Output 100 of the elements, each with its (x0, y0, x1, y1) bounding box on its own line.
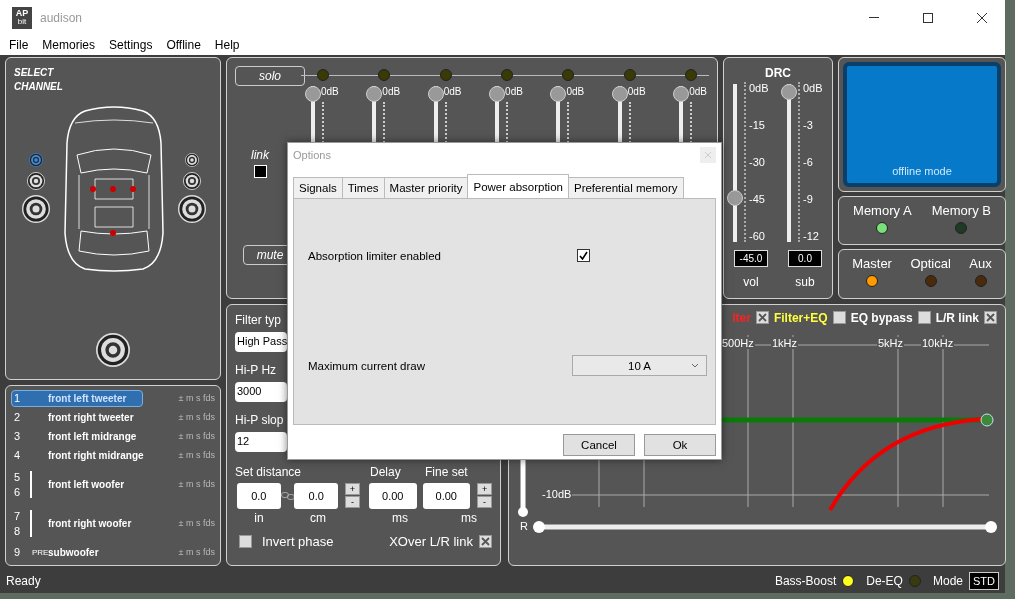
unit-label: ms (391, 510, 409, 525)
legend-label: Filter+EQ (773, 310, 828, 325)
fader-knob[interactable] (305, 85, 321, 102)
unit-label: cm (309, 510, 327, 525)
checkbox[interactable] (832, 311, 846, 325)
tab[interactable]: Signals (293, 177, 343, 198)
menu-item[interactable]: Settings (109, 37, 153, 52)
filter-type-select[interactable]: High Pass (235, 331, 287, 352)
value-display: -45.0 (734, 249, 768, 267)
tab[interactable]: Times (341, 177, 385, 198)
checkbox-label: XOver L/R link (389, 534, 473, 549)
current-select[interactable]: 10 A (572, 355, 707, 376)
channel-item[interactable]: 9 PREsubwoofer (11, 543, 100, 561)
menu-item[interactable]: File (9, 37, 29, 52)
dialog-button[interactable]: Cancel (563, 434, 635, 456)
menu-item[interactable]: Help (214, 37, 240, 52)
channel-number: 3 (14, 430, 22, 443)
tab[interactable]: Preferential memory (567, 177, 684, 198)
channel-number: 4 (14, 449, 22, 462)
chevron-down-icon (692, 364, 698, 368)
tab[interactable]: Master priority (383, 177, 469, 198)
panel-title: SELECT CHANNEL (14, 65, 64, 95)
option-label: Absorption limiter enabled (308, 249, 441, 262)
scale-label: 0dB (803, 81, 823, 94)
channel-number: 2 (14, 411, 22, 424)
input-field[interactable]: 0.0 (294, 482, 338, 509)
checkbox[interactable] (479, 535, 492, 549)
option-label: Maximum current draw (308, 359, 425, 372)
input-field[interactable]: 0.00 (369, 482, 417, 509)
input-field[interactable]: 3000 (235, 381, 287, 402)
value-display: 0.0 (788, 249, 822, 267)
channel-item[interactable]: 5 6 front left woofer (11, 465, 126, 503)
memory-label: Memory A (853, 202, 912, 218)
legend-label: EQ bypass (850, 310, 913, 325)
scale-label: -6 (803, 155, 814, 168)
input-field[interactable]: 12 (235, 431, 287, 452)
channel-flags: ± m s fds (178, 479, 215, 490)
channel-item[interactable]: 1 front left tweeter (11, 389, 143, 407)
dialog-button[interactable]: Ok (644, 434, 716, 456)
checkbox[interactable] (755, 311, 769, 325)
source-indicator[interactable] (866, 275, 879, 288)
menu-item[interactable]: Offline (166, 37, 201, 52)
channel-name: subwoofer (48, 546, 99, 558)
axis-label: 1kHz (771, 336, 799, 349)
fader-knob[interactable] (489, 85, 506, 102)
channel-flags: ± m s fds (178, 393, 215, 404)
field-label: Set distance (235, 464, 303, 479)
memory-indicator[interactable] (876, 221, 889, 234)
scale-label: -60 (749, 229, 766, 242)
speaker-icon[interactable] (29, 152, 43, 167)
fader-label: 0dB (627, 85, 646, 97)
stepper-button[interactable]: - (345, 496, 360, 509)
fader-knob[interactable] (550, 85, 567, 102)
stepper-button[interactable]: + (477, 483, 492, 496)
mode-display: STD (969, 572, 999, 591)
app-logo: AP bit (12, 6, 32, 29)
fader-knob[interactable] (366, 85, 383, 102)
checkbox[interactable] (577, 249, 590, 262)
stepper-button[interactable]: - (477, 496, 492, 509)
field-label: Delay (370, 464, 402, 479)
check-icon (579, 251, 588, 260)
channel-item[interactable]: 3 front left midrange (11, 427, 138, 445)
slider-thumb[interactable] (727, 190, 743, 207)
fader-label: 0dB (689, 85, 707, 97)
close-icon (705, 152, 711, 158)
window-title: audison (40, 10, 84, 25)
solo-button[interactable]: solo (235, 65, 305, 86)
fader-knob[interactable] (673, 85, 690, 102)
channel-number: 5 (14, 470, 22, 483)
checkbox[interactable] (984, 311, 997, 325)
channel-name: front right tweeter (48, 411, 134, 423)
channel-item[interactable]: 4 front right midrange (11, 446, 145, 464)
channel-flags: ± m s fds (178, 412, 215, 423)
unit-label: in (253, 510, 265, 525)
checkbox[interactable] (239, 535, 252, 549)
cross-icon (757, 313, 767, 323)
scale-label: -9 (803, 192, 814, 205)
link-checkbox[interactable] (253, 164, 267, 178)
minimize-icon (869, 17, 879, 18)
channel-tag: PRE (32, 547, 49, 557)
menu-item[interactable]: Memories (42, 37, 96, 52)
channel-item[interactable]: 2 front right tweeter (11, 408, 135, 426)
input-field[interactable]: 0.00 (422, 482, 470, 509)
scale-label: -45 (749, 192, 766, 205)
cross-icon (986, 313, 995, 323)
channel-label: R (519, 519, 529, 532)
fader-label: 0dB (505, 85, 523, 97)
link-icon (280, 491, 295, 500)
checkbox[interactable] (917, 311, 931, 325)
legend-label: lter (732, 310, 751, 325)
fader-knob[interactable] (611, 85, 628, 102)
channel-name: front left tweeter (48, 392, 128, 404)
fader-knob[interactable] (427, 85, 444, 102)
channel-number: 9 (14, 546, 22, 559)
stepper-button[interactable]: + (345, 483, 360, 496)
channel-item[interactable]: 7 8 front right woofer (11, 504, 133, 542)
field-label: Hi-P Hz (235, 362, 277, 377)
scale-label: -30 (749, 155, 766, 168)
slider-thumb[interactable] (781, 83, 797, 100)
input-field[interactable]: 0.0 (237, 482, 281, 509)
